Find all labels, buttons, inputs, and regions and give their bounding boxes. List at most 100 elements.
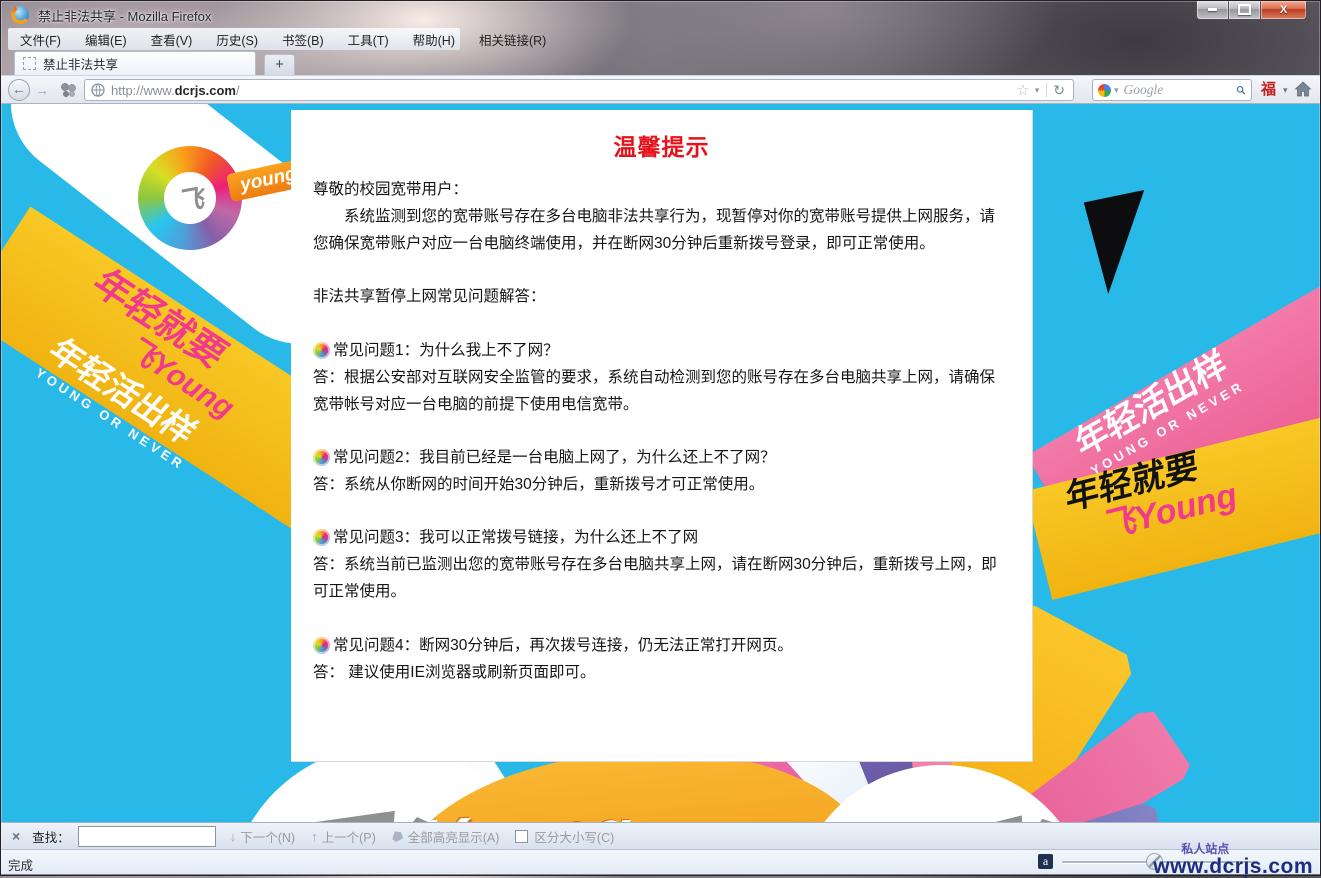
globe-icon bbox=[91, 83, 105, 97]
faq-answer: 答：系统当前已监测出您的宽带账号存在多台电脑共享上网，请在断网30分钟后，重新拨… bbox=[313, 551, 1010, 605]
page-viewport: 飞 young 年轻就要 飞Young 年轻活出样 YOUNG OR NEVER… bbox=[0, 104, 1321, 822]
menu-view[interactable]: 查看(V) bbox=[139, 30, 205, 49]
faq-item-2: 常见问题2：我目前已经是一台电脑上网了，为什么还上不了网？ 答：系统从你断网的时… bbox=[313, 444, 1010, 498]
home-icon[interactable] bbox=[1294, 80, 1312, 98]
black-triangle-decor bbox=[1078, 190, 1150, 294]
window-controls: X bbox=[1196, 0, 1307, 20]
faq-question-text: 常见问题2：我目前已经是一台电脑上网了，为什么还上不了网？ bbox=[333, 444, 776, 471]
back-button[interactable]: ← bbox=[8, 79, 30, 101]
urlbar-separator bbox=[1046, 83, 1047, 97]
highlight-pen-icon bbox=[389, 828, 404, 843]
faq-pinwheel-icon bbox=[313, 449, 330, 466]
menu-file[interactable]: 文件(F) bbox=[8, 30, 73, 49]
faq-pinwheel-icon bbox=[313, 342, 330, 359]
site-watermark: 私人站点 www.dcrjs.com bbox=[1153, 843, 1313, 877]
forward-button[interactable]: → bbox=[35, 82, 49, 98]
faq-answer: 答：系统从你断网的时间开始30分钟后，重新拨号才可正常使用。 bbox=[313, 471, 1010, 498]
menu-bar: 文件(F) 编辑(E) 查看(V) 历史(S) 书签(B) 工具(T) 帮助(H… bbox=[8, 28, 460, 50]
faq-question-text: 常见问题4：断网30分钟后，再次拨号连接，仍无法正常打开网页。 bbox=[333, 632, 793, 659]
font-size-icon[interactable]: a bbox=[1038, 854, 1053, 869]
menu-bookmarks[interactable]: 书签(B) bbox=[270, 30, 336, 49]
search-box[interactable]: ▾ bbox=[1092, 79, 1252, 101]
faq-question: 常见问题2：我目前已经是一台电脑上网了，为什么还上不了网？ bbox=[313, 444, 1010, 471]
feiyoung-logo-char: 飞 bbox=[160, 168, 220, 228]
menu-related-links[interactable]: 相关链接(R) bbox=[467, 30, 558, 49]
firefox-icon bbox=[12, 6, 29, 23]
back-icon: ← bbox=[12, 81, 26, 97]
highlight-all-button[interactable]: 全部高亮显示(A) bbox=[392, 827, 500, 846]
find-bar: × 查找： ↓ 下一个(N) ↑ 上一个(P) 全部高亮显示(A) 区分大小写(… bbox=[0, 822, 1321, 849]
tab-active[interactable]: 禁止非法共享 bbox=[14, 51, 256, 75]
panorama-icon[interactable] bbox=[59, 82, 76, 98]
window-title: 禁止非法共享 - Mozilla Firefox bbox=[38, 6, 211, 25]
google-icon bbox=[1098, 84, 1111, 97]
find-next-label: 下一个(N) bbox=[240, 827, 295, 846]
menu-history[interactable]: 历史(S) bbox=[204, 30, 270, 49]
watermark-line2: www.dcrjs.com bbox=[1153, 856, 1313, 877]
match-case-checkbox[interactable] bbox=[515, 830, 528, 843]
url-bar[interactable]: http://www.dcrjs.com/ ☆ ▾ ↻ bbox=[84, 79, 1074, 101]
faq-item-1: 常见问题1：为什么我上不了网？ 答：根据公安部对互联网安全监管的要求，系统自动检… bbox=[313, 337, 1010, 418]
minimize-button[interactable] bbox=[1196, 0, 1228, 20]
bottom-left-fei-char: 飞 bbox=[278, 763, 431, 822]
tab-bar: 禁止非法共享 + bbox=[0, 50, 1321, 75]
up-arrow-icon: ↑ bbox=[311, 829, 318, 844]
watermark-line1: 私人站点 bbox=[1181, 843, 1313, 855]
title-bar: 禁止非法共享 - Mozilla Firefox X bbox=[0, 0, 1321, 28]
notice-title: 温馨提示 bbox=[313, 128, 1010, 162]
url-text: http://www.dcrjs.com/ bbox=[111, 83, 1014, 98]
faq-question: 常见问题3：我可以正常拨号链接，为什么还上不了网 bbox=[313, 524, 1010, 551]
spacer bbox=[313, 257, 1010, 283]
url-prefix: http://www. bbox=[111, 83, 175, 98]
menu-edit[interactable]: 编辑(E) bbox=[73, 30, 139, 49]
new-tab-button[interactable]: + bbox=[264, 54, 295, 75]
minimize-icon bbox=[1208, 8, 1217, 11]
notice-panel: 温馨提示 尊敬的校园宽带用户： 系统监测到您的宽带账号存在多台电脑非法共享行为，… bbox=[291, 110, 1033, 762]
find-prev-button[interactable]: ↑ 上一个(P) bbox=[311, 827, 376, 846]
faq-answer: 答：根据公安部对互联网安全监管的要求，系统自动检测到您的账号存在多台电脑共享上网… bbox=[313, 364, 1010, 418]
faq-pinwheel-icon bbox=[313, 637, 330, 654]
notice-intro: 系统监测到您的宽带账号存在多台电脑非法共享行为，现暂停对你的宽带账号提供上网服务… bbox=[313, 203, 1010, 257]
find-next-button[interactable]: ↓ 下一个(N) bbox=[230, 827, 295, 846]
search-magnifier-icon[interactable] bbox=[1236, 83, 1246, 97]
maximize-icon bbox=[1238, 4, 1251, 15]
faq-answer: 答： 建议使用IE浏览器或刷新页面即可。 bbox=[313, 659, 1010, 686]
url-suffix: / bbox=[236, 83, 240, 98]
search-engine-dropdown-icon[interactable]: ▾ bbox=[1114, 85, 1119, 96]
match-case-label: 区分大小写(C) bbox=[534, 827, 614, 846]
faq-question: 常见问题4：断网30分钟后，再次拨号连接，仍无法正常打开网页。 bbox=[313, 632, 1010, 659]
close-icon: X bbox=[1280, 4, 1287, 16]
bookmark-star-icon[interactable]: ☆ bbox=[1016, 81, 1029, 99]
menu-tools[interactable]: 工具(T) bbox=[336, 30, 401, 49]
faq-heading: 非法共享暂停上网常见问题解答： bbox=[313, 283, 1010, 310]
highlight-all-label: 全部高亮显示(A) bbox=[408, 827, 500, 846]
faq-question: 常见问题1：为什么我上不了网？ bbox=[313, 337, 1010, 364]
faq-question-text: 常见问题1：为什么我上不了网？ bbox=[333, 337, 559, 364]
search-input[interactable] bbox=[1122, 81, 1237, 99]
match-case-control[interactable]: 区分大小写(C) bbox=[515, 827, 614, 846]
addon-dropdown-icon[interactable]: ▾ bbox=[1283, 85, 1288, 96]
fu-addon-icon[interactable]: 福 bbox=[1261, 81, 1276, 99]
faq-pinwheel-icon bbox=[313, 529, 330, 546]
menu-help[interactable]: 帮助(H) bbox=[401, 30, 467, 49]
findbar-close-icon[interactable]: × bbox=[12, 828, 20, 844]
notice-greeting: 尊敬的校园宽带用户： bbox=[313, 176, 1010, 203]
navigation-toolbar: ← → http://www.dcrjs.com/ ☆ ▾ ↻ ▾ 福 ▾ bbox=[0, 75, 1321, 104]
status-bar: 完成 a bbox=[0, 849, 1321, 874]
find-prev-label: 上一个(P) bbox=[322, 827, 376, 846]
urlbar-dropdown-icon[interactable]: ▾ bbox=[1035, 85, 1040, 96]
favicon-placeholder-icon bbox=[23, 57, 36, 70]
faq-question-text: 常见问题3：我可以正常拨号链接，为什么还上不了网 bbox=[333, 524, 698, 551]
tab-title: 禁止非法共享 bbox=[43, 54, 118, 73]
url-domain: dcrjs.com bbox=[175, 83, 236, 98]
forward-icon: → bbox=[35, 82, 49, 98]
maximize-button[interactable] bbox=[1228, 0, 1260, 20]
reload-icon[interactable]: ↻ bbox=[1053, 82, 1065, 99]
close-button[interactable]: X bbox=[1260, 0, 1307, 20]
down-arrow-icon: ↓ bbox=[230, 829, 237, 844]
find-label: 查找： bbox=[32, 827, 70, 846]
faq-item-3: 常见问题3：我可以正常拨号链接，为什么还上不了网 答：系统当前已监测出您的宽带账… bbox=[313, 524, 1010, 605]
find-input[interactable] bbox=[78, 826, 216, 847]
faq-item-4: 常见问题4：断网30分钟后，再次拨号连接，仍无法正常打开网页。 答： 建议使用I… bbox=[313, 632, 1010, 686]
status-text: 完成 bbox=[8, 855, 33, 874]
